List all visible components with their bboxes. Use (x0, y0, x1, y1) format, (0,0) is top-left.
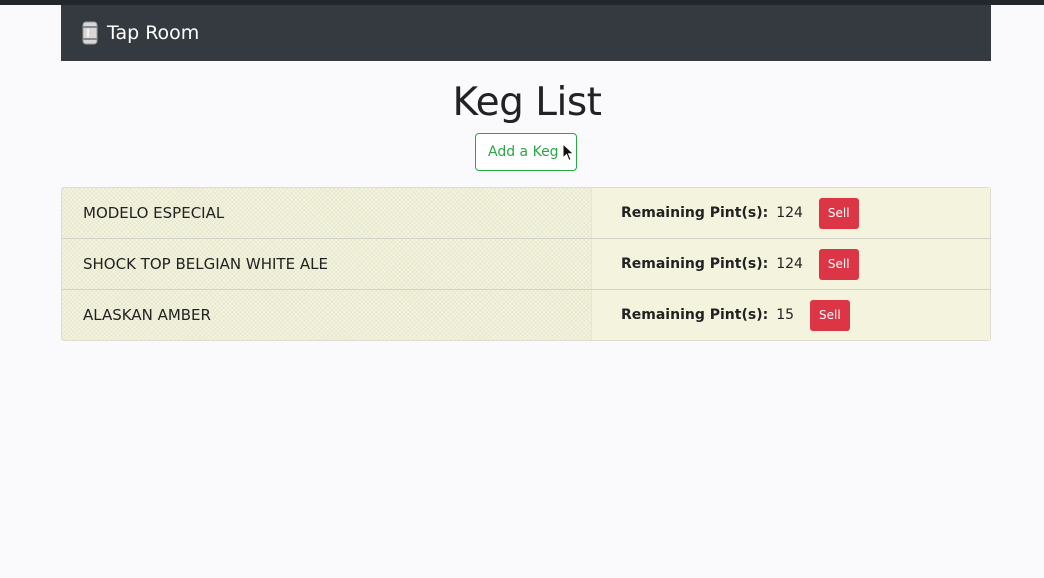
add-keg-button[interactable]: Add a Keg (475, 133, 577, 171)
keg-name: ALASKAN AMBER (62, 290, 592, 340)
remaining-pints-value: 124 (776, 205, 803, 221)
remaining-pints-value: 124 (776, 256, 803, 272)
brand-link[interactable]: Tap Room (81, 21, 199, 45)
keg-row: SHOCK TOP BELGIAN WHITE ALE Remaining Pi… (62, 239, 990, 290)
keg-info: Remaining Pint(s): 124 Sell (592, 188, 990, 238)
page-title: Keg List (452, 80, 602, 125)
keg-list: MODELO ESPECIAL Remaining Pint(s): 124 S… (61, 187, 991, 341)
sell-button[interactable]: Sell (818, 197, 859, 229)
keg-name: SHOCK TOP BELGIAN WHITE ALE (62, 239, 592, 289)
navbar: Tap Room (61, 5, 991, 61)
keg-info: Remaining Pint(s): 15 Sell (592, 290, 990, 340)
remaining-pints-value: 15 (776, 307, 795, 323)
sell-button[interactable]: Sell (810, 299, 850, 331)
keg-icon (81, 21, 99, 45)
sell-button[interactable]: Sell (818, 248, 859, 280)
keg-info: Remaining Pint(s): 124 Sell (592, 239, 990, 289)
remaining-pints-label: Remaining Pint(s): (621, 256, 769, 272)
keg-name: MODELO ESPECIAL (62, 188, 592, 238)
remaining-pints-label: Remaining Pint(s): (621, 205, 769, 221)
keg-row: MODELO ESPECIAL Remaining Pint(s): 124 S… (62, 188, 990, 239)
remaining-pints-label: Remaining Pint(s): (621, 307, 769, 323)
brand-label: Tap Room (107, 22, 200, 44)
keg-row: ALASKAN AMBER Remaining Pint(s): 15 Sell (62, 290, 990, 340)
